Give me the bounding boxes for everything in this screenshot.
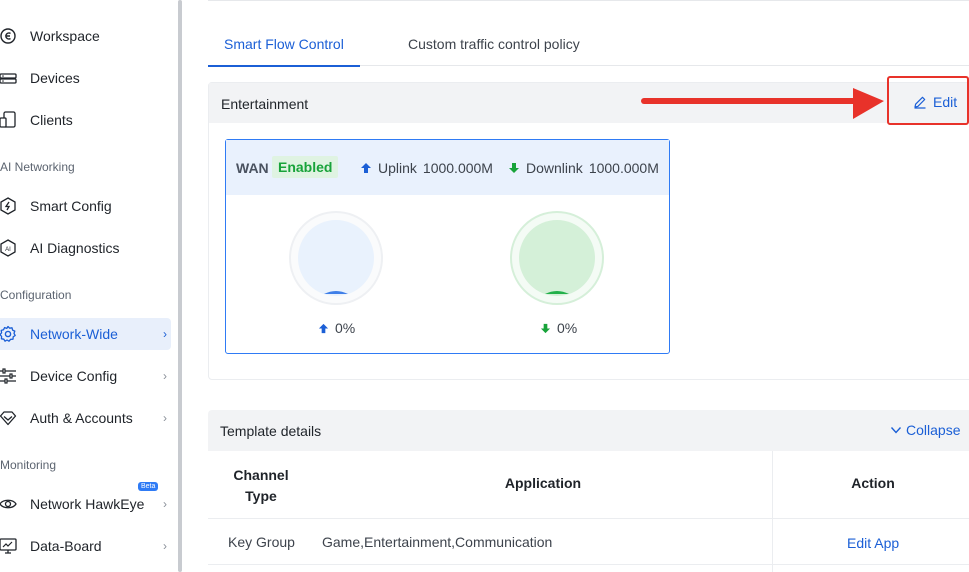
table-header: Channel Type Application Action [208,451,969,519]
column-divider [772,451,773,572]
sidebar-item-label: Clients [30,112,73,128]
policy-card-header: Entertainment [209,83,969,123]
uplink-gauge [289,211,383,305]
collapse-label: Collapse [906,422,961,438]
uplink-usage: 0% [318,320,355,336]
sidebar-item-label: AI Diagnostics [30,240,120,256]
sidebar-item-network-hawkeye[interactable]: Network HawkEye Beta › [0,482,171,520]
sidebar-item-devices[interactable]: Devices [0,62,171,94]
arrow-down-icon [509,163,519,173]
template-details: Template details Collapse Channel Type A… [208,410,969,572]
channel-type-cell: Key Group [228,534,295,550]
smart-config-icon [0,196,18,216]
policy-card: Entertainment WAN Enabled Uplink 1000.00… [208,82,969,380]
uplink-label: Uplink [378,160,417,176]
sliders-icon [0,366,18,386]
tab-smart-flow-control[interactable]: Smart Flow Control [208,36,360,67]
uplink-value: 1000.000M [422,160,493,176]
dashboard-icon [0,536,18,556]
uplink-info: Uplink 1000.000M [360,160,493,176]
wan-panel-header: WAN Enabled Uplink 1000.000M Downlink 10… [226,140,669,195]
section-label-monitoring: Monitoring [0,458,57,472]
wan-panel: WAN Enabled Uplink 1000.000M Downlink 10… [225,139,670,354]
sidebar-item-label: Workspace [30,28,100,44]
chevron-right-icon: › [163,411,167,425]
sidebar-item-clients[interactable]: Clients [0,104,171,136]
downlink-value: 1000.000M [588,160,659,176]
policy-card-title: Entertainment [221,96,309,112]
shield-icon [0,408,18,428]
template-details-title: Template details [220,423,322,439]
wan-label: WAN [236,160,269,176]
tab-custom-traffic-control-policy[interactable]: Custom traffic control policy [408,36,580,66]
downlink-gauge [510,211,604,305]
sidebar-item-auth-accounts[interactable]: Auth & Accounts › [0,402,171,434]
column-header-action: Action [851,475,895,491]
arrow-up-icon [361,163,371,173]
downlink-label: Downlink [526,160,583,176]
sidebar-item-device-config[interactable]: Device Config › [0,360,171,392]
section-label-config: Configuration [0,288,72,302]
pencil-icon [914,96,926,109]
sidebar-item-ai-diagnostics[interactable]: AI AI Diagnostics [0,232,171,264]
sidebar-item-network-wide[interactable]: Network-Wide › [0,318,171,350]
sidebar-item-label: Network-Wide [30,326,118,342]
workspace-icon [0,26,18,46]
sidebar-item-label: Devices [30,70,80,86]
sidebar-item-label: Auth & Accounts [30,410,133,426]
clients-icon [0,110,18,130]
section-label-ai: AI Networking [0,160,75,174]
chevron-right-icon: › [163,327,167,341]
sidebar-item-label: Device Config [30,368,118,384]
chevron-down-icon [890,427,902,434]
edit-button[interactable]: Edit [913,94,957,110]
chevron-right-icon: › [163,497,167,511]
arrow-up-icon [318,323,329,333]
column-header-application: Application [504,475,582,491]
tab-bar: Smart Flow Control Custom traffic contro… [208,24,969,67]
column-header-channel-type: Channel Type [233,467,289,504]
application-cell: Game,Entertainment,Communication [322,534,553,550]
uplink-usage-value: 0% [335,320,356,336]
gear-icon [0,324,18,344]
downlink-usage: 0% [540,320,577,336]
sidebar-item-workspace[interactable]: Workspace [0,20,171,52]
sidebar: Workspace Devices Clients AI Networking … [0,0,181,572]
hawkeye-icon [0,494,18,514]
svg-text:AI: AI [5,247,11,253]
sidebar-divider [182,0,196,572]
sidebar-item-smart-config[interactable]: Smart Config [0,190,171,222]
edit-label: Edit [933,94,958,110]
sidebar-item-label: Network HawkEye [30,496,145,512]
top-divider [208,0,969,3]
chevron-right-icon: › [163,539,167,553]
chevron-right-icon: › [163,369,167,383]
collapse-button[interactable]: Collapse [890,422,960,438]
row-divider [208,564,969,565]
devices-icon [0,68,18,88]
sidebar-item-label: Data-Board [30,538,102,554]
downlink-usage-value: 0% [557,320,578,336]
beta-badge: Beta [138,482,159,491]
status-badge: Enabled [272,156,339,178]
ai-diagnostics-icon: AI [0,238,18,258]
template-details-header: Template details Collapse [208,410,969,451]
arrow-down-icon [540,323,551,333]
edit-app-link[interactable]: Edit App [847,535,899,551]
downlink-info: Downlink 1000.000M [508,160,659,176]
main-content: Smart Flow Control Custom traffic contro… [196,0,969,572]
sidebar-item-data-board[interactable]: Data-Board › [0,530,171,562]
sidebar-item-label: Smart Config [30,198,112,214]
